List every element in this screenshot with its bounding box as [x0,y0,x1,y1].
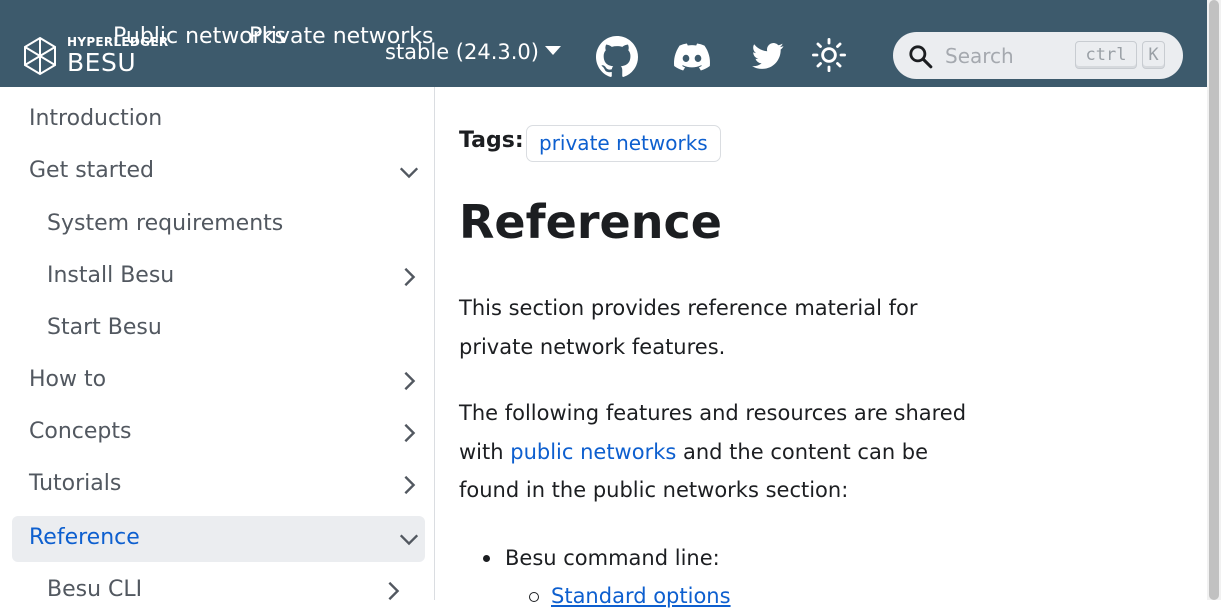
sidebar-item-label: Introduction [29,106,163,131]
sidebar-item-system-requirements[interactable]: System requirements [12,202,425,248]
sidebar-item-how-to[interactable]: How to [12,358,425,404]
list-item-besu-command-line: Besu command line: [459,539,720,577]
page-title: Reference [459,195,722,249]
shortcut-ctrl-key: ctrl [1075,41,1137,69]
chevron-down-icon[interactable] [398,161,420,183]
search-icon [909,45,933,69]
reference-sublist: Standard options [459,577,731,615]
reference-list: Besu command line: [459,539,720,577]
sidebar-item-besu-cli[interactable]: Besu CLI [12,568,425,614]
sidebar-item-introduction[interactable]: Introduction [12,97,425,143]
scrollbar-thumb[interactable] [1209,0,1219,600]
sidebar-item-label: Start Besu [47,315,162,340]
page-scrollbar[interactable] [1207,0,1221,600]
sidebar-item-reference[interactable]: Reference [12,516,425,562]
caret-down-icon [544,46,561,55]
search-box[interactable]: Search ctrl K [893,32,1183,79]
list-item: Standard options [459,577,731,615]
chevron-right-icon[interactable] [398,474,420,496]
sidebar-item-get-started[interactable]: Get started [12,149,425,195]
sidebar-item-tutorials[interactable]: Tutorials [12,462,425,508]
search-placeholder: Search [945,44,1014,68]
sidebar-item-concepts[interactable]: Concepts [12,410,425,456]
sidebar: Introduction Get started System requirem… [0,87,435,602]
sidebar-item-label: Tutorials [29,471,122,496]
shared-features-paragraph: The following features and resources are… [459,394,979,510]
sidebar-item-label: Install Besu [47,263,175,288]
sidebar-item-label: Get started [29,158,154,183]
sidebar-item-start-besu[interactable]: Start Besu [12,306,425,352]
chevron-down-icon[interactable] [398,528,420,550]
shortcut-k-key: K [1142,41,1165,69]
navbar: HYPERLEDGER BESU Public networks Private… [0,0,1207,87]
chevron-right-icon[interactable] [398,266,420,288]
twitter-icon[interactable] [750,40,786,72]
sidebar-item-label: Concepts [29,419,132,444]
sun-theme-toggle-icon[interactable] [812,38,846,72]
sidebar-item-label: How to [29,367,107,392]
sidebar-item-label: System requirements [47,211,284,236]
sidebar-item-install-besu[interactable]: Install Besu [12,254,425,300]
version-dropdown[interactable]: stable (24.3.0) [385,40,561,64]
tags-label: Tags: [459,128,524,153]
besu-logo-icon [24,36,56,76]
standard-options-link[interactable]: Standard options [551,584,731,608]
discord-icon[interactable] [672,39,712,75]
sidebar-item-label: Besu CLI [47,577,143,602]
chevron-right-icon[interactable] [398,370,420,392]
public-networks-link[interactable]: public networks [510,440,676,464]
chevron-right-icon[interactable] [382,580,404,602]
version-label: stable (24.3.0) [385,40,539,64]
intro-paragraph: This section provides reference material… [459,296,918,359]
tag-private-networks[interactable]: private networks [526,125,721,162]
chevron-right-icon[interactable] [398,422,420,444]
sidebar-item-label: Reference [29,525,140,550]
github-icon[interactable] [596,36,638,78]
